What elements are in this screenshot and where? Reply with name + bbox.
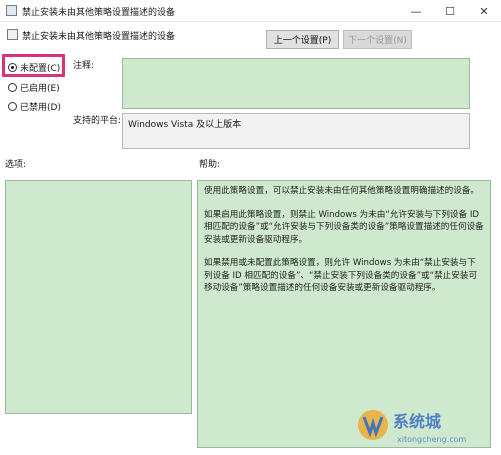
radio-button[interactable]	[8, 83, 17, 92]
next-setting-button[interactable]: 下一个设置(N)	[343, 30, 412, 49]
maximize-button[interactable]: ☐	[433, 0, 467, 22]
radio-label: 未配置(C)	[20, 64, 61, 74]
platform-box: Windows Vista 及以上版本	[122, 113, 470, 149]
radio-button[interactable]	[8, 102, 17, 111]
help-paragraph: 如果禁用或未配置此策略设置，则允许 Windows 为未由“禁止安装与下列设备 …	[204, 258, 478, 293]
platform-label: 支持的平台:	[73, 116, 122, 126]
radio-label: 已启用(E)	[20, 84, 60, 94]
window-title: 禁止安装未由其他策略设置描述的设备	[22, 8, 176, 18]
site-watermark: 系统城 xitongcheng.com	[355, 403, 495, 449]
previous-setting-button[interactable]: 上一个设置(P)	[266, 30, 339, 49]
radio-not-configured[interactable]: 未配置(C)	[8, 61, 60, 74]
radio-enabled[interactable]: 已启用(E)	[8, 81, 60, 94]
close-button[interactable]: ✕	[467, 0, 501, 22]
radio-button-checked[interactable]	[8, 63, 17, 72]
options-pane	[5, 180, 192, 414]
minimize-button[interactable]: —	[399, 0, 433, 22]
svg-text:系统城: 系统城	[393, 412, 441, 431]
options-label: 选项:	[5, 160, 27, 170]
policy-name: 禁止安装未由其他策略设置描述的设备	[22, 32, 176, 42]
radio-disabled[interactable]: 已禁用(D)	[8, 100, 61, 113]
svg-text:xitongcheng.com: xitongcheng.com	[397, 435, 467, 444]
radio-label: 已禁用(D)	[20, 103, 61, 113]
help-paragraph: 使用此策略设置，可以禁止安装未由任何其他策略设置明确描述的设备。	[204, 186, 480, 196]
setting-icon	[7, 29, 18, 40]
comment-textbox[interactable]	[122, 58, 470, 109]
policy-window-icon	[6, 5, 17, 16]
help-label: 帮助:	[199, 160, 221, 170]
watermark-logo: 系统城 xitongcheng.com	[358, 410, 467, 444]
comment-label: 注释:	[73, 61, 95, 71]
help-paragraph: 如果启用此策略设置，则禁止 Windows 为未由“允许安装与下列设备 ID 相…	[204, 209, 484, 245]
platform-value: Windows Vista 及以上版本	[128, 120, 242, 130]
